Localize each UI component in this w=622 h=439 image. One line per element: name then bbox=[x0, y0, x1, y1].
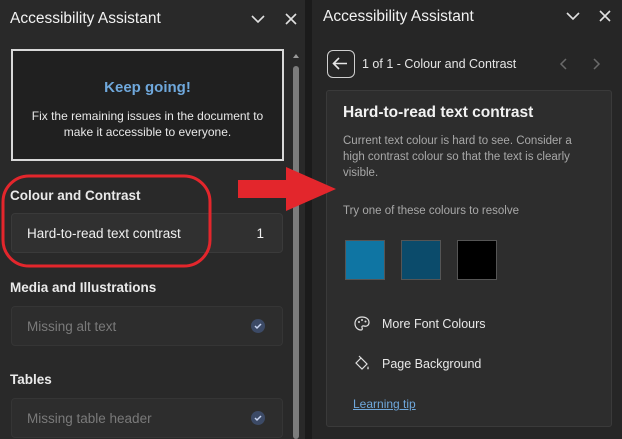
chevron-down-icon[interactable] bbox=[565, 8, 581, 24]
keep-going-text: Fix the remaining issues in the document… bbox=[31, 109, 264, 139]
card-description: Current text colour is hard to see. Cons… bbox=[343, 135, 572, 179]
chevron-down-icon[interactable] bbox=[250, 11, 266, 27]
section-tables: Tables bbox=[10, 372, 52, 387]
action-label: More Font Colours bbox=[382, 317, 486, 331]
close-icon[interactable] bbox=[597, 8, 613, 24]
issue-missing-table-header[interactable]: Missing table header bbox=[11, 398, 283, 438]
issue-hard-to-read-contrast[interactable]: Hard-to-read text contrast 1 bbox=[11, 213, 283, 253]
more-font-colours-button[interactable]: More Font Colours bbox=[353, 315, 486, 336]
close-icon[interactable] bbox=[283, 11, 299, 27]
scroll-up-arrow-icon[interactable] bbox=[292, 52, 300, 60]
action-label: Page Background bbox=[382, 357, 482, 371]
section-colour-contrast: Colour and Contrast bbox=[10, 188, 141, 203]
learning-tip-link[interactable]: Learning tip bbox=[353, 397, 416, 411]
issue-missing-alt-text[interactable]: Missing alt text bbox=[11, 306, 283, 346]
keep-going-title: Keep going! bbox=[104, 79, 191, 96]
pane-title: Accessibility Assistant bbox=[10, 10, 161, 27]
card-title: Hard-to-read text contrast bbox=[343, 104, 534, 121]
previous-issue-icon[interactable] bbox=[558, 57, 570, 71]
paint-bucket-icon bbox=[355, 355, 369, 370]
issue-navigation-text: 1 of 1 - Colour and Contrast bbox=[362, 57, 517, 71]
palette-icon bbox=[354, 316, 370, 331]
next-issue-icon[interactable] bbox=[590, 57, 602, 71]
try-colours-label: Try one of these colours to resolve bbox=[343, 205, 519, 217]
issue-label: Missing table header bbox=[27, 411, 152, 426]
scrollbar-thumb[interactable] bbox=[293, 66, 299, 439]
colour-swatch-1[interactable] bbox=[345, 240, 385, 280]
check-icon bbox=[251, 319, 265, 333]
pane-title: Accessibility Assistant bbox=[323, 8, 474, 25]
issue-label: Hard-to-read text contrast bbox=[27, 226, 181, 241]
issue-count: 1 bbox=[256, 226, 264, 241]
section-media-illustrations: Media and Illustrations bbox=[10, 280, 157, 295]
keep-going-box: Keep going! Fix the remaining issues in … bbox=[11, 49, 284, 161]
page-background-button[interactable]: Page Background bbox=[353, 355, 481, 376]
colour-swatch-3[interactable] bbox=[457, 240, 497, 280]
pane-divider bbox=[305, 0, 312, 439]
colour-swatch-2[interactable] bbox=[401, 240, 441, 280]
check-icon bbox=[251, 411, 265, 425]
back-button[interactable] bbox=[327, 50, 355, 78]
issue-label: Missing alt text bbox=[27, 319, 117, 334]
left-pane: Accessibility Assistant Keep going! Fix … bbox=[0, 0, 305, 439]
arrow-left-icon bbox=[332, 57, 347, 70]
